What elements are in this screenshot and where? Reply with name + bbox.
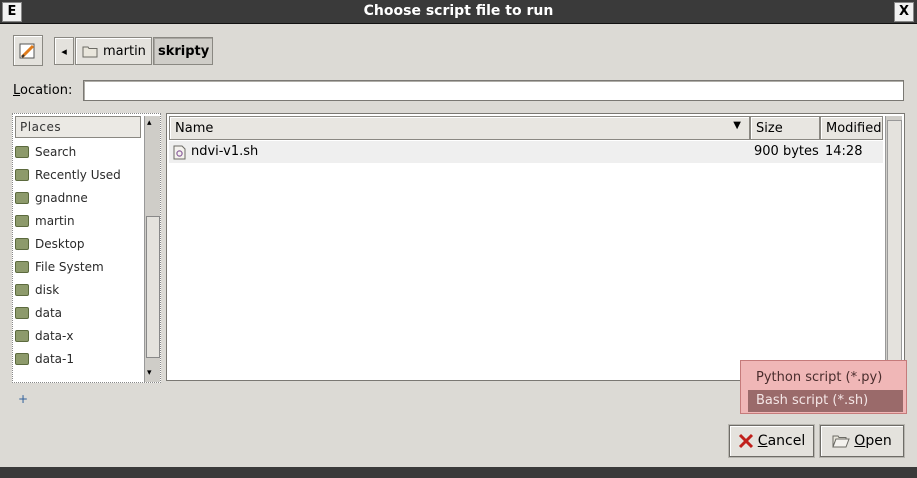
location-label-text: ocation:	[20, 83, 73, 98]
file-modified: 14:28	[825, 144, 863, 159]
edit-location-button[interactable]	[13, 35, 43, 66]
window-titlebar[interactable]: E Choose script file to run X	[0, 0, 917, 24]
places-item-label: data-x	[35, 329, 74, 343]
places-item-martin[interactable]: martin	[15, 210, 141, 232]
drive-icon	[15, 284, 29, 296]
file-list[interactable]: Name ▼ Size Modified ndvi-v1.sh 900 byte…	[166, 113, 905, 381]
places-item-label: Search	[35, 145, 77, 159]
places-scrollbar[interactable]: ▴ ▾	[144, 116, 160, 382]
recent-icon	[15, 169, 29, 181]
path-crumb-label: martin	[103, 43, 146, 59]
places-item-home[interactable]: gnadnne	[15, 187, 141, 209]
filter-option-python[interactable]: Python script (*.py)	[748, 367, 903, 389]
open-mnemonic: O	[854, 433, 866, 449]
chevron-left-icon: ◂	[61, 44, 67, 58]
close-icon: X	[898, 4, 910, 19]
places-item-data[interactable]: data	[15, 302, 141, 324]
places-item-label: martin	[35, 214, 75, 228]
drive-icon	[15, 353, 29, 365]
open-label: pen	[865, 433, 892, 449]
places-item-disk[interactable]: disk	[15, 279, 141, 301]
file-list-scrollbar[interactable]	[885, 116, 902, 378]
column-header-size[interactable]: Size	[750, 116, 820, 140]
column-header-name[interactable]: Name ▼	[169, 116, 750, 140]
cancel-button[interactable]: Cancel	[729, 425, 814, 457]
cancel-mnemonic: C	[757, 433, 768, 449]
search-icon	[15, 146, 29, 158]
plus-icon: +	[18, 392, 29, 406]
places-item-label: Desktop	[35, 237, 85, 251]
open-button[interactable]: Open	[820, 425, 904, 457]
folder-icon	[82, 46, 98, 57]
window-title: Choose script file to run	[363, 3, 554, 19]
home-folder-icon	[15, 192, 29, 204]
table-row[interactable]: ndvi-v1.sh 900 bytes 14:28	[169, 141, 883, 163]
drive-icon	[15, 307, 29, 319]
places-item-label: data	[35, 306, 63, 320]
places-list[interactable]: Places Search Recently Used gnadnne mart…	[12, 113, 161, 383]
places-item-recent[interactable]: Recently Used	[15, 164, 141, 186]
places-item-desktop[interactable]: Desktop	[15, 233, 141, 255]
desktop-icon	[15, 238, 29, 250]
filter-option-bash[interactable]: Bash script (*.sh)	[748, 390, 903, 412]
script-file-icon	[173, 145, 186, 160]
sort-arrow-icon: ▼	[733, 120, 741, 131]
file-name: ndvi-v1.sh	[191, 144, 259, 159]
chevron-up-icon: ▴	[147, 118, 152, 128]
column-header-size-label: Size	[756, 121, 783, 136]
places-item-data-x[interactable]: data-x	[15, 325, 141, 347]
folder-icon	[15, 215, 29, 227]
path-crumb-martin[interactable]: martin	[75, 37, 152, 65]
places-item-label: File System	[35, 260, 104, 274]
close-button[interactable]: X	[894, 2, 914, 22]
places-item-search[interactable]: Search	[15, 141, 141, 163]
path-back-button[interactable]: ◂	[54, 37, 74, 65]
places-sidebar: Places Search Recently Used gnadnne mart…	[12, 113, 161, 415]
file-size: 900 bytes	[754, 144, 819, 159]
open-folder-icon	[832, 435, 851, 448]
window-bottom-border	[0, 467, 917, 478]
cancel-label: ancel	[767, 433, 806, 449]
places-item-label: Recently Used	[35, 168, 121, 182]
places-item-label: data-1	[35, 352, 74, 366]
file-list-scroll-thumb[interactable]	[887, 120, 902, 374]
column-header-name-label: Name	[175, 121, 214, 136]
path-crumb-label-active: skripty	[158, 43, 210, 59]
drive-icon	[15, 261, 29, 273]
places-item-filesystem[interactable]: File System	[15, 256, 141, 278]
places-item-data-1[interactable]: data-1	[15, 348, 141, 370]
places-item-label: disk	[35, 283, 60, 297]
places-item-label: gnadnne	[35, 191, 88, 205]
location-input[interactable]	[83, 80, 904, 101]
chevron-down-icon: ▾	[147, 368, 152, 378]
cancel-icon	[738, 433, 753, 449]
location-label-mnemonic: L	[13, 83, 21, 98]
pencil-note-icon	[19, 43, 35, 58]
column-header-modified-label: Modified	[826, 121, 882, 136]
location-label: Location:	[13, 83, 72, 98]
path-crumb-skripty[interactable]: skripty	[153, 37, 213, 65]
places-header[interactable]: Places	[15, 116, 141, 138]
places-scroll-thumb[interactable]	[146, 216, 160, 358]
file-type-filter-popup[interactable]: Python script (*.py) Bash script (*.sh)	[740, 360, 907, 414]
drive-icon	[15, 330, 29, 342]
add-bookmark-button[interactable]: +	[18, 389, 58, 409]
column-header-modified[interactable]: Modified	[820, 116, 883, 140]
